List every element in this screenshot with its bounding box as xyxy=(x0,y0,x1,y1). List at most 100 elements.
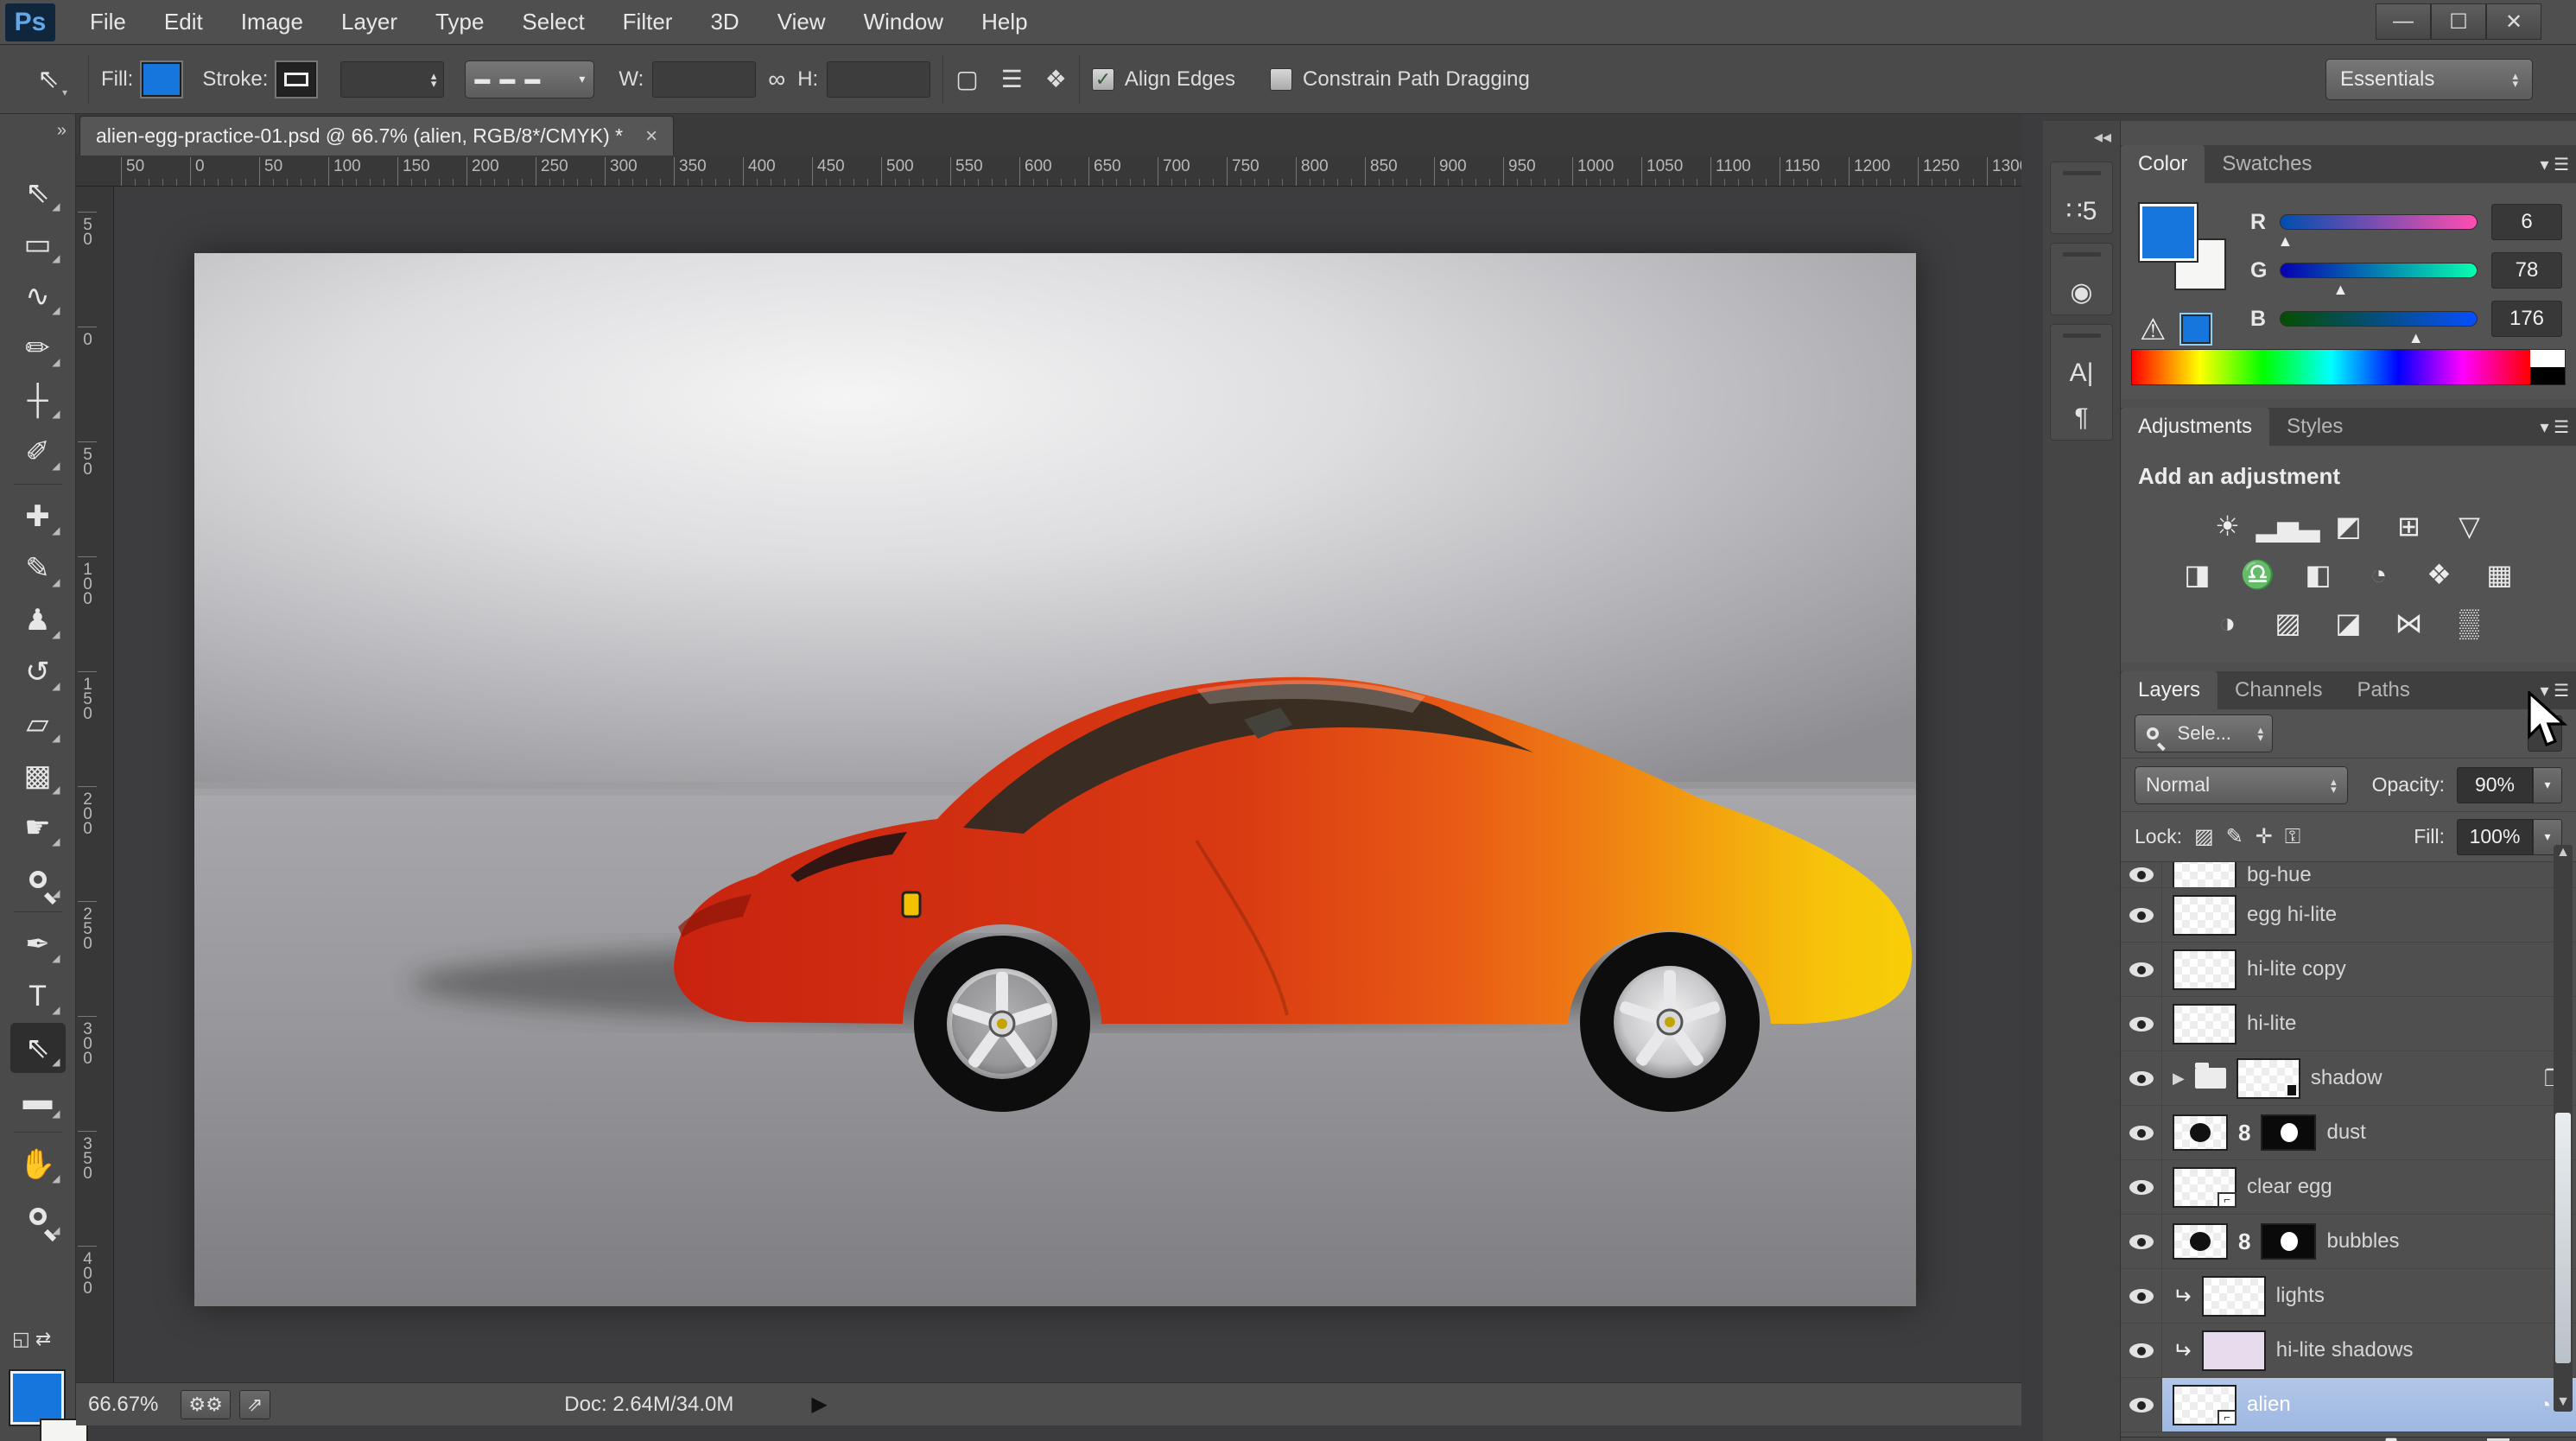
layer-name[interactable]: dust xyxy=(2326,1120,2365,1145)
eye-icon[interactable] xyxy=(2129,1235,2154,1249)
selective-color-icon[interactable]: ⋈ xyxy=(2390,606,2428,640)
layer-body[interactable]: ⌐alien◔ ▾ xyxy=(2162,1378,2576,1431)
menu-image[interactable]: Image xyxy=(222,9,322,35)
channel-value[interactable]: 6 xyxy=(2491,204,2562,240)
layer-name[interactable]: lights xyxy=(2276,1284,2325,1308)
constrain-checkbox[interactable] xyxy=(1270,68,1292,91)
layer-thumbnail[interactable] xyxy=(2202,1330,2266,1371)
layer-body[interactable]: ▶shadow❐ xyxy=(2162,1051,2576,1105)
zoom-tool[interactable]: ◢ xyxy=(10,1191,66,1241)
eye-icon[interactable] xyxy=(2129,1343,2154,1358)
smudge-tool[interactable]: ☛◢ xyxy=(10,803,66,853)
lasso-tool[interactable]: ∿◢ xyxy=(10,271,66,321)
mask-link-icon[interactable]: 8 xyxy=(2238,1228,2250,1255)
layer-body[interactable]: bg-hue xyxy=(2162,862,2576,887)
eye-icon[interactable] xyxy=(2129,1071,2154,1086)
gamut-warning-icon[interactable]: ⚠ xyxy=(2140,313,2166,347)
menu-help[interactable]: Help xyxy=(962,9,1046,35)
stroke-width-dropdown[interactable]: ▴▾ xyxy=(340,61,444,98)
visibility-cell[interactable] xyxy=(2121,1106,2162,1159)
slider-thumb[interactable]: ▲ xyxy=(2408,329,2424,347)
color-balance-icon[interactable]: ♎ xyxy=(2239,557,2277,592)
collapse-tools-icon[interactable]: » xyxy=(57,121,67,141)
horizontal-ruler[interactable]: 5005010015020025030035040045050055060065… xyxy=(76,156,2021,187)
layer-body[interactable]: 8bubbles xyxy=(2162,1215,2576,1268)
layer-row[interactable]: ⌐alien◔ ▾ xyxy=(2121,1378,2576,1432)
tab-adjustments[interactable]: Adjustments xyxy=(2121,408,2269,446)
align-left-edges-icon[interactable]: ▢ xyxy=(955,65,978,93)
channel-value[interactable]: 176 xyxy=(2491,301,2562,337)
pen-tool[interactable]: ✒◢ xyxy=(10,919,66,969)
path-selection-tool[interactable]: ⇖◢ xyxy=(10,1023,66,1073)
lock-pixels-icon[interactable]: ✎ xyxy=(2226,824,2243,849)
brightness-contrast-icon[interactable]: ☀ xyxy=(2209,509,2247,543)
eye-icon[interactable] xyxy=(2129,1180,2154,1195)
eye-icon[interactable] xyxy=(2129,1126,2154,1140)
channel-slider-b[interactable]: ▲ xyxy=(2280,311,2478,327)
hand-tool[interactable]: ✋◢ xyxy=(10,1139,66,1190)
tab-paths[interactable]: Paths xyxy=(2339,671,2427,709)
align-distribute-icon[interactable]: ☰ xyxy=(1001,65,1023,93)
tab-channels[interactable]: Channels xyxy=(2218,671,2339,709)
stroke-swatch[interactable] xyxy=(276,62,316,97)
workspace-switcher[interactable]: Essentials▴▾ xyxy=(2325,59,2533,100)
panel-menu-icon[interactable]: ▾ ☰ xyxy=(2540,416,2569,438)
exposure-icon[interactable]: ⊞ xyxy=(2390,509,2428,543)
eyedropper-tool[interactable]: ✐◢ xyxy=(10,427,66,477)
slider-thumb[interactable]: ▲ xyxy=(2333,281,2349,299)
height-input[interactable] xyxy=(827,61,930,98)
close-document-icon[interactable]: × xyxy=(645,124,657,149)
expand-dock-icon[interactable]: ◂◂ xyxy=(2043,121,2120,153)
layer-body[interactable]: hi-lite copy xyxy=(2162,943,2576,996)
slider-thumb[interactable]: ▲ xyxy=(2278,232,2294,251)
layer-row[interactable]: egg hi-lite xyxy=(2121,888,2576,943)
blend-mode-dropdown[interactable]: Normal▴▾ xyxy=(2135,766,2348,804)
channel-value[interactable]: 78 xyxy=(2491,252,2562,289)
menu-type[interactable]: Type xyxy=(416,9,503,35)
layer-thumbnail[interactable] xyxy=(2237,1058,2300,1099)
layer-body[interactable]: ⌐ clear egg xyxy=(2162,1160,2576,1214)
scroll-up-icon[interactable]: ▲ xyxy=(2554,845,2573,860)
scroll-down-icon[interactable]: ▼ xyxy=(2554,1394,2573,1410)
layer-name[interactable]: hi-lite shadows xyxy=(2276,1338,2414,1362)
layer-name[interactable]: hi-lite copy xyxy=(2247,957,2346,981)
layer-body[interactable]: hi-lite xyxy=(2162,997,2576,1051)
eye-icon[interactable] xyxy=(2129,1398,2154,1412)
spot-healing-brush-tool[interactable]: ✚◢ xyxy=(10,492,66,542)
layer-thumbnail[interactable] xyxy=(2173,862,2237,888)
layer-name[interactable]: bg-hue xyxy=(2247,863,2312,887)
arrange-icon[interactable]: ❖ xyxy=(1045,65,1067,93)
paragraph-panel-icon[interactable]: ¶ xyxy=(2074,403,2088,433)
status-arrow-icon[interactable]: ▶ xyxy=(811,1392,827,1417)
eye-icon[interactable] xyxy=(2129,1289,2154,1304)
layer-name[interactable]: clear egg xyxy=(2247,1175,2332,1199)
menu-3d[interactable]: 3D xyxy=(691,9,758,35)
layer-body[interactable]: ↵lights xyxy=(2162,1269,2576,1323)
levels-icon[interactable]: ▂▅▃ xyxy=(2269,509,2307,543)
layer-thumbnail[interactable] xyxy=(2173,895,2237,936)
visibility-cell[interactable] xyxy=(2121,1160,2162,1214)
layer-thumbnail[interactable]: ⌐ xyxy=(2173,1385,2237,1425)
type-tool[interactable]: T◢ xyxy=(10,971,66,1021)
marquee-tool[interactable]: ▭◢ xyxy=(10,219,66,270)
canvas-area[interactable] xyxy=(114,187,2021,1382)
stroke-type-dropdown[interactable]: ▬ ▬ ▬▾ xyxy=(465,60,594,98)
foreground-color-chip[interactable] xyxy=(10,1371,64,1425)
swap-colors-icon[interactable]: ◱ ⇄ xyxy=(12,1328,51,1350)
align-edges-checkbox[interactable]: ✓ xyxy=(1092,68,1114,91)
menu-select[interactable]: Select xyxy=(503,9,603,35)
layer-row[interactable]: 8dust xyxy=(2121,1106,2576,1160)
eraser-tool[interactable]: ▱◢ xyxy=(10,699,66,749)
posterize-icon[interactable]: ▨ xyxy=(2269,606,2307,640)
layer-thumbnail[interactable]: ⌐ xyxy=(2173,1167,2237,1208)
clone-source-panel-icon[interactable]: ◉ xyxy=(2070,277,2092,308)
channel-slider-r[interactable]: ▲ xyxy=(2280,214,2478,230)
channel-mixer-icon[interactable]: ❖ xyxy=(2421,557,2459,592)
vibrance-icon[interactable]: ▽ xyxy=(2451,509,2489,543)
visibility-cell[interactable] xyxy=(2121,1378,2162,1431)
brush-tool[interactable]: ✎◢ xyxy=(10,543,66,594)
menu-layer[interactable]: Layer xyxy=(322,9,416,35)
tab-styles[interactable]: Styles xyxy=(2269,408,2360,446)
layer-name[interactable]: egg hi-lite xyxy=(2247,903,2337,927)
layers-scrollbar[interactable]: ▲ ▼ xyxy=(2554,845,2573,1412)
